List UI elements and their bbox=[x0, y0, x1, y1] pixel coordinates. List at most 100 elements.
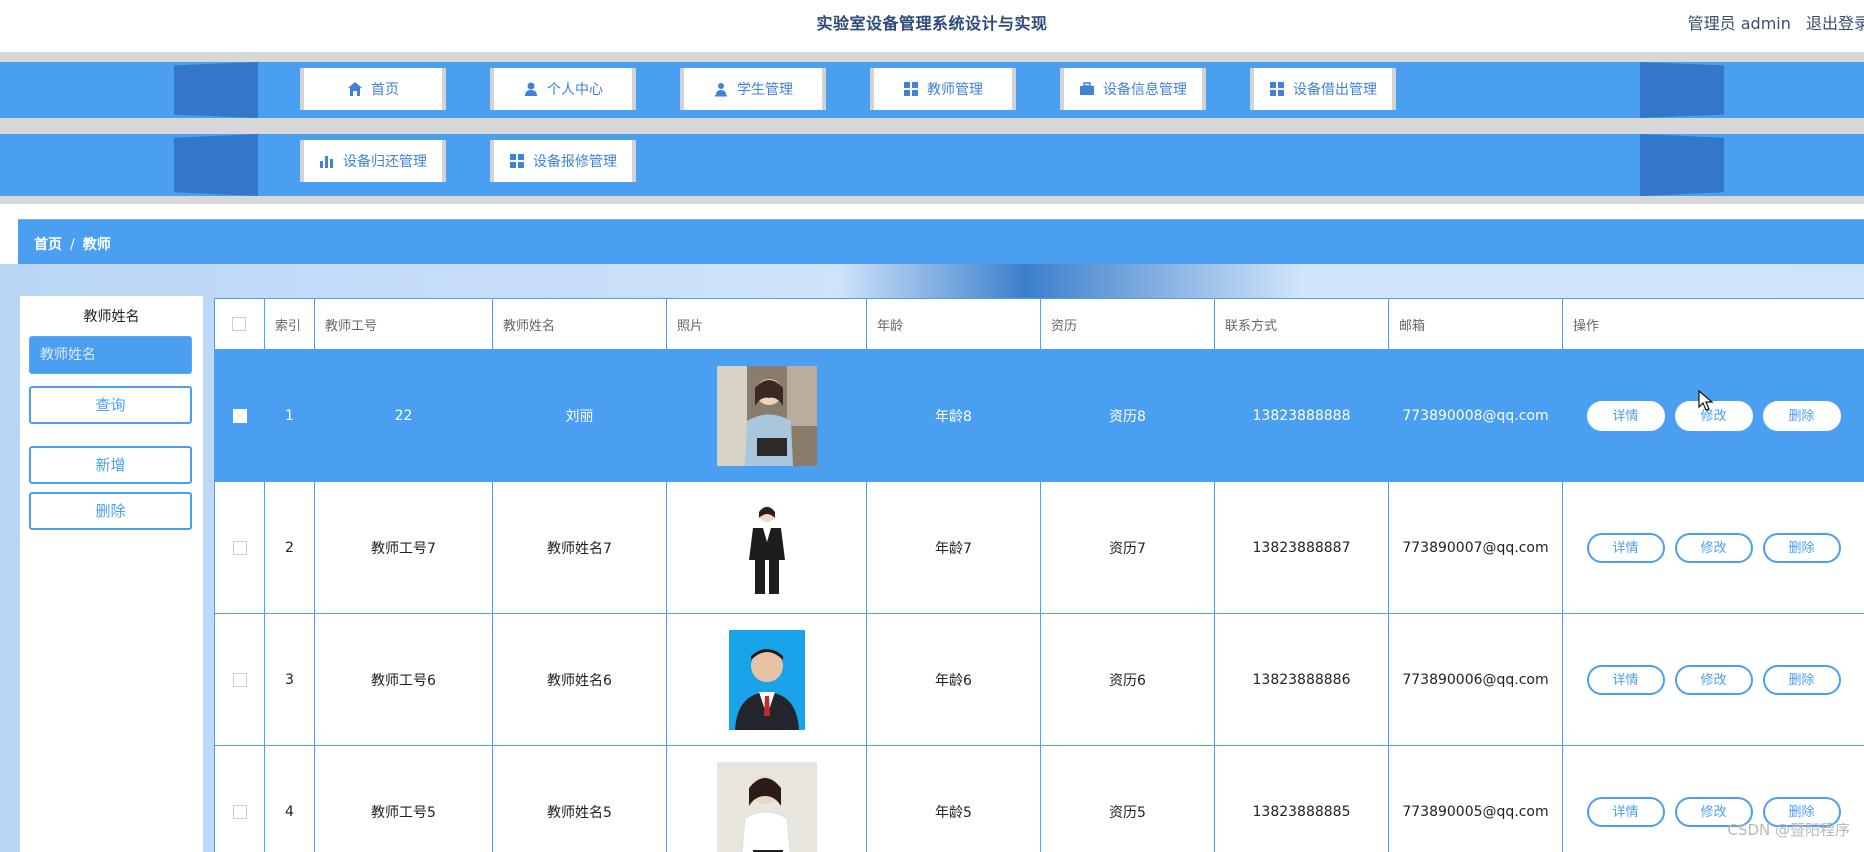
select-all-checkbox[interactable] bbox=[232, 317, 246, 331]
column-header: 索引 bbox=[264, 298, 315, 350]
nav-item-label: 设备归还管理 bbox=[343, 154, 427, 170]
job-no-cell: 22 bbox=[314, 349, 493, 482]
detail-button[interactable]: 详情 bbox=[1586, 400, 1665, 431]
nav-wing-right bbox=[1640, 134, 1724, 196]
nav-item-equipment-return[interactable]: 设备归还管理 bbox=[300, 140, 446, 182]
nav-item-student-management[interactable]: 学生管理 bbox=[680, 68, 826, 110]
email-cell: 773890007@qq.com bbox=[1388, 481, 1563, 614]
column-header: 操作 bbox=[1562, 298, 1864, 350]
nav-item-teacher-management[interactable]: 教师管理 bbox=[870, 68, 1016, 110]
row-delete-button[interactable]: 删除 bbox=[1762, 532, 1841, 563]
age-cell: 年龄7 bbox=[866, 481, 1041, 614]
nav-item-label: 首页 bbox=[371, 82, 399, 98]
home-icon bbox=[348, 82, 362, 96]
seniority-cell: 资历7 bbox=[1040, 481, 1215, 614]
table-row[interactable]: 3 教师工号6 教师姓名6 年龄6 资历6 13823888886 773890… bbox=[214, 613, 1864, 746]
email-cell: 773890005@qq.com bbox=[1388, 745, 1563, 852]
teacher-photo[interactable] bbox=[716, 365, 817, 466]
bar-chart-icon bbox=[320, 156, 333, 168]
age-cell: 年龄8 bbox=[866, 349, 1041, 482]
row-delete-button[interactable]: 删除 bbox=[1762, 400, 1841, 431]
seniority-cell: 资历6 bbox=[1040, 613, 1215, 746]
nav-item-label: 设备信息管理 bbox=[1103, 82, 1187, 98]
teacher-name-input[interactable]: 教师姓名 bbox=[29, 336, 192, 374]
nav-item-label: 教师管理 bbox=[927, 82, 983, 98]
nav-item-label: 个人中心 bbox=[547, 82, 603, 98]
column-header: 邮箱 bbox=[1388, 298, 1563, 350]
row-checkbox[interactable] bbox=[232, 540, 247, 555]
user-icon bbox=[525, 82, 537, 96]
mouse-cursor-icon bbox=[1698, 390, 1714, 411]
teacher-photo[interactable] bbox=[728, 629, 805, 730]
edit-button[interactable]: 修改 bbox=[1674, 532, 1753, 563]
grid-icon bbox=[904, 82, 918, 96]
nav-item-equipment-lending[interactable]: 设备借出管理 bbox=[1250, 68, 1396, 110]
nav-item-home[interactable]: 首页 bbox=[300, 68, 446, 110]
search-label: 教师姓名 bbox=[83, 309, 140, 325]
teacher-photo[interactable] bbox=[716, 497, 817, 598]
breadcrumb-bar: 首页 / 教师 bbox=[18, 219, 1864, 265]
select-all-cell bbox=[214, 298, 265, 350]
name-cell: 教师姓名5 bbox=[492, 745, 667, 852]
row-checkbox[interactable] bbox=[232, 672, 247, 687]
email-cell: 773890008@qq.com bbox=[1388, 349, 1563, 482]
name-cell: 教师姓名6 bbox=[492, 613, 667, 746]
edit-button[interactable]: 修改 bbox=[1674, 664, 1753, 695]
age-cell: 年龄6 bbox=[866, 613, 1041, 746]
query-button[interactable]: 查询 bbox=[29, 386, 192, 424]
delete-button[interactable]: 删除 bbox=[29, 492, 192, 530]
nav-item-equipment-repair[interactable]: 设备报修管理 bbox=[490, 140, 636, 182]
name-cell: 刘丽 bbox=[492, 349, 667, 482]
student-icon bbox=[715, 83, 727, 97]
breadcrumb-current: 教师 bbox=[82, 237, 111, 253]
logout-link[interactable]: 退出登录 bbox=[1806, 14, 1864, 33]
detail-button[interactable]: 详情 bbox=[1586, 664, 1665, 695]
teacher-photo[interactable] bbox=[716, 761, 817, 852]
age-cell: 年龄5 bbox=[866, 745, 1041, 852]
index-cell: 4 bbox=[264, 745, 315, 852]
actions-cell: 详情 修改 删除 bbox=[1562, 349, 1864, 482]
row-select-cell bbox=[214, 613, 265, 746]
column-header: 教师工号 bbox=[314, 298, 493, 350]
row-select-cell bbox=[214, 481, 265, 614]
table-row[interactable]: 4 教师工号5 教师姓名5 年龄5 资历5 13823888885 773890… bbox=[214, 745, 1864, 852]
row-checkbox[interactable] bbox=[232, 804, 247, 819]
row-checkbox[interactable] bbox=[232, 408, 247, 423]
name-cell: 教师姓名7 bbox=[492, 481, 667, 614]
top-header: 实验室设备管理系统设计与实现 管理员 admin 退出登录 bbox=[0, 0, 1864, 44]
row-delete-button[interactable]: 删除 bbox=[1762, 664, 1841, 695]
photo-cell bbox=[666, 349, 867, 482]
table-row[interactable]: 2 教师工号7 教师姓名7 年龄7 资历7 13823888887 773890… bbox=[214, 481, 1864, 614]
detail-button[interactable]: 详情 bbox=[1586, 796, 1665, 827]
actions-cell: 详情 修改 删除 bbox=[1562, 613, 1864, 746]
column-header: 年龄 bbox=[866, 298, 1041, 350]
nav-item-personal-center[interactable]: 个人中心 bbox=[490, 68, 636, 110]
index-cell: 1 bbox=[264, 349, 315, 482]
nav-divider bbox=[0, 52, 1864, 62]
index-cell: 2 bbox=[264, 481, 315, 614]
teacher-table: 索引 教师工号 教师姓名 照片 年龄 资历 联系方式 邮箱 操作 1 22 刘丽 bbox=[214, 298, 1864, 852]
nav-row-1: 首页 个人中心 学生管理 教师管理 设备信息管理 设备借出管理 bbox=[0, 62, 1864, 118]
column-header: 教师姓名 bbox=[492, 298, 667, 350]
seniority-cell: 资历8 bbox=[1040, 349, 1215, 482]
table-row[interactable]: 1 22 刘丽 年龄8 资历8 13823888888 773890008@qq… bbox=[214, 349, 1864, 482]
nav-wing-right bbox=[1640, 62, 1724, 118]
photo-cell bbox=[666, 481, 867, 614]
nav-row-2: 设备归还管理 设备报修管理 bbox=[0, 134, 1864, 196]
breadcrumb-home[interactable]: 首页 bbox=[34, 237, 62, 253]
add-button[interactable]: 新增 bbox=[29, 446, 192, 484]
nav-wing-left bbox=[174, 134, 258, 196]
app-title: 实验室设备管理系统设计与实现 bbox=[816, 14, 1048, 33]
nav-divider bbox=[0, 118, 1864, 134]
nav-item-label: 设备借出管理 bbox=[1293, 82, 1377, 98]
nav-item-equipment-info[interactable]: 设备信息管理 bbox=[1060, 68, 1206, 110]
job-no-cell: 教师工号5 bbox=[314, 745, 493, 852]
photo-cell bbox=[666, 613, 867, 746]
photo-cell bbox=[666, 745, 867, 852]
breadcrumb-separator: / bbox=[70, 237, 75, 253]
actions-cell: 详情 修改 删除 bbox=[1562, 481, 1864, 614]
watermark: CSDN @暨阳程序 bbox=[1727, 821, 1850, 839]
email-cell: 773890006@qq.com bbox=[1388, 613, 1563, 746]
phone-cell: 13823888885 bbox=[1214, 745, 1389, 852]
detail-button[interactable]: 详情 bbox=[1586, 532, 1665, 563]
